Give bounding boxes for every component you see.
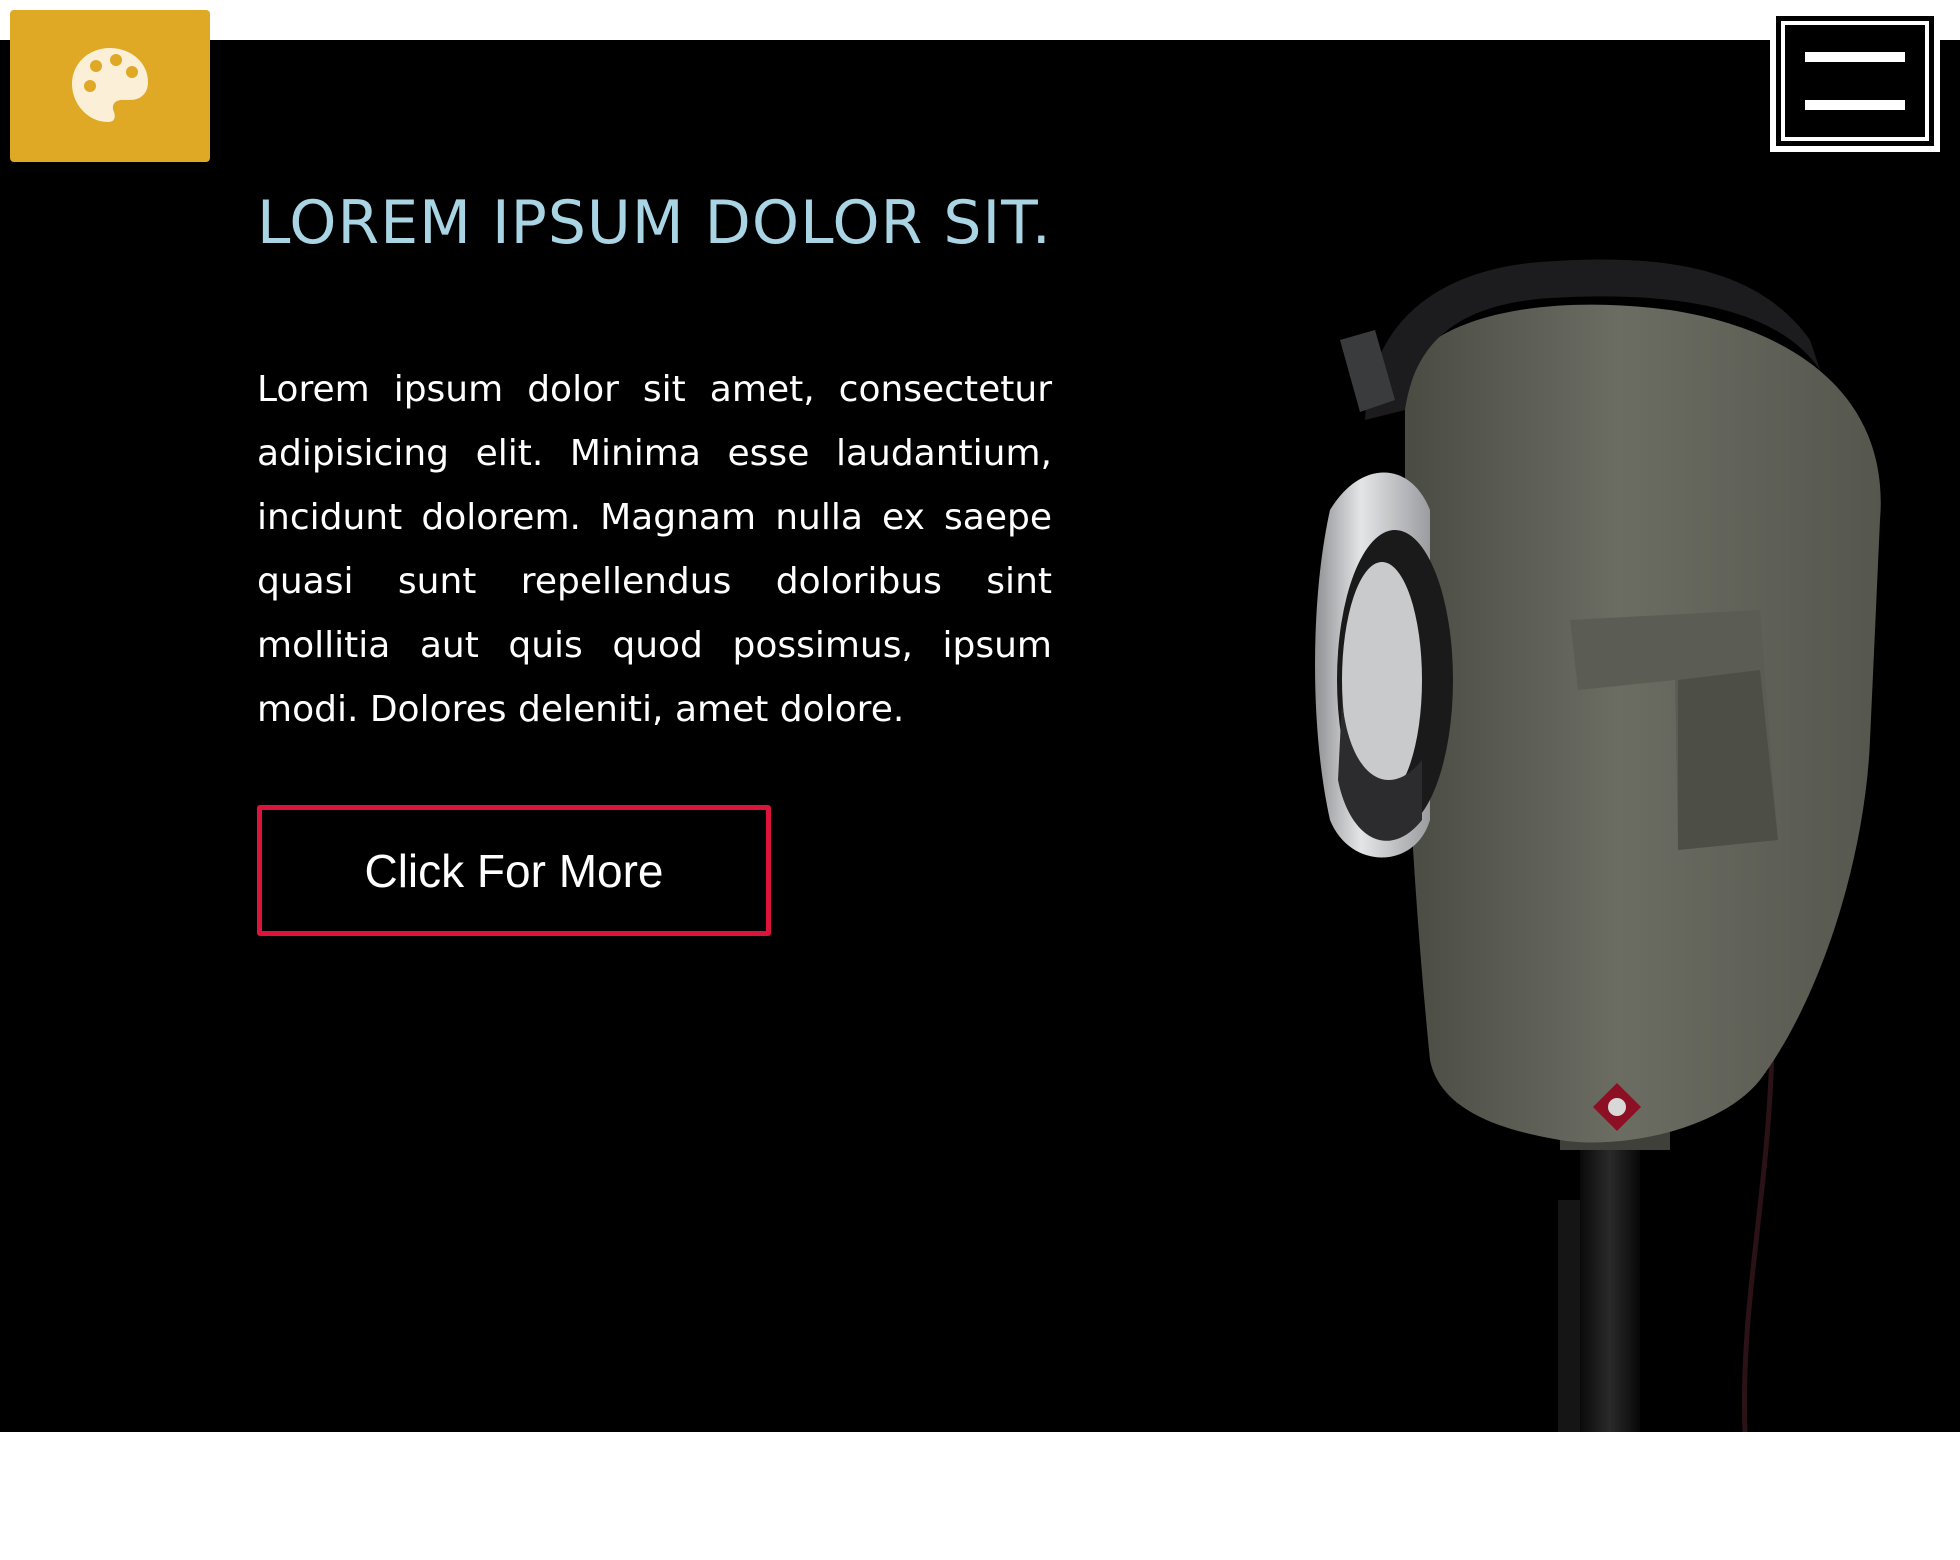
hero-title: LOREM IPSUM DOLOR SIT. <box>257 188 1052 258</box>
click-for-more-button[interactable]: Click For More <box>257 805 771 936</box>
page: LOREM IPSUM DOLOR SIT. Lorem ipsum dolor… <box>0 0 1960 1560</box>
logo-button[interactable] <box>10 10 210 162</box>
hamburger-menu-button[interactable] <box>1770 10 1940 152</box>
palette-icon <box>72 48 148 122</box>
menu-line <box>1805 52 1905 62</box>
hamburger-menu-icon <box>1781 21 1929 141</box>
mannequin-head-with-headphones-image <box>1315 259 1881 1432</box>
menu-line <box>1805 100 1905 110</box>
hero-description: Lorem ipsum dolor sit amet, consectetur … <box>257 369 1052 730</box>
hero-section: LOREM IPSUM DOLOR SIT. Lorem ipsum dolor… <box>0 40 1960 1432</box>
